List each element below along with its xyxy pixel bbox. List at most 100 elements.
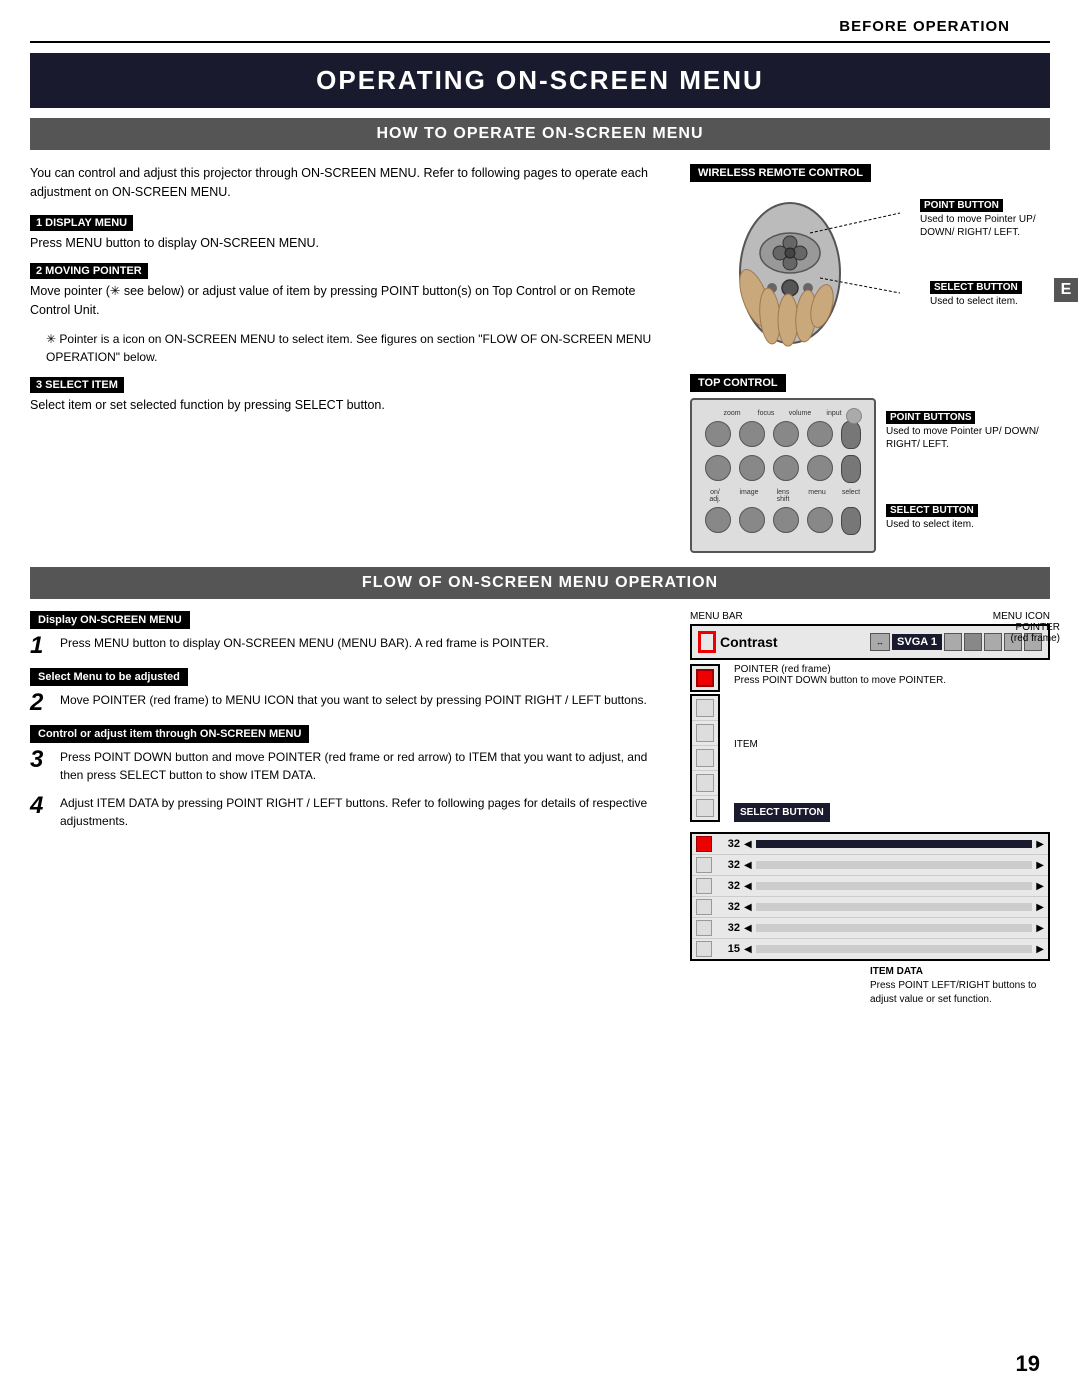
data-icon-red-1 (696, 836, 712, 852)
panel-btn-3 (773, 455, 799, 481)
menu-bar-row: Contrast ↔ SVGA 1 (690, 624, 1050, 660)
data-num-1: 32 (716, 838, 740, 850)
menu-bar-label: MENU BAR (690, 611, 743, 622)
item-data-desc: Press POINT LEFT/RIGHT buttons to adjust… (870, 979, 1050, 1007)
control-step-header: Control or adjust item through ON-SCREEN… (30, 725, 309, 743)
top-control-section: TOP CONTROL zoom focus volume input (690, 366, 1050, 553)
data-bar-6 (756, 945, 1033, 953)
step1-row: 1 Press MENU button to display ON-SCREEN… (30, 634, 670, 658)
data-arrow-5: ◀ (744, 923, 752, 934)
step4-row: 4 Adjust ITEM DATA by pressing POINT RIG… (30, 794, 670, 830)
item-icon-1 (696, 699, 714, 717)
step3-row: 3 Press POINT DOWN button and move POINT… (30, 748, 670, 784)
item-list-area: POINTER (red frame) Press POINT DOWN but… (690, 664, 1050, 822)
data-arrow-r-1: ▶ (1036, 839, 1044, 850)
note-text: ✳ Pointer is a icon on ON-SCREEN MENU to… (30, 330, 660, 366)
step4-number: 4 (30, 794, 52, 818)
menu-bar-labels: MENU BAR MENU ICON (690, 611, 1050, 622)
data-bar-5 (756, 924, 1033, 932)
point-buttons-annotation: POINT BUTTONS Used to move Pointer UP/ D… (886, 408, 1050, 451)
panel-btn-1 (705, 455, 731, 481)
panel-btn-7 (773, 507, 799, 533)
panel-btn-6 (739, 507, 765, 533)
top-control-area: zoom focus volume input (690, 398, 1050, 553)
section1-header: HOW TO OPERATE ON-SCREEN MENU (30, 118, 1050, 150)
item-data-label: ITEM DATA (870, 965, 1050, 979)
section2-left: Display ON-SCREEN MENU 1 Press MENU butt… (30, 611, 670, 1007)
data-bar-2 (756, 861, 1033, 869)
point-button-desc: Used to move Pointer UP/ DOWN/ RIGHT/ LE… (920, 213, 1050, 239)
data-arrow-6: ◀ (744, 944, 752, 955)
step1-block: 1 DISPLAY MENU Press MENU button to disp… (30, 214, 660, 253)
main-title: OPERATING ON-SCREEN MENU (30, 53, 1050, 108)
panel-indicator (846, 408, 862, 424)
data-arrow-4: ◀ (744, 902, 752, 913)
point-button-label: POINT BUTTON (920, 199, 1003, 212)
select-button-box: SELECT BUTTON (734, 803, 830, 822)
data-arrow-r-4: ▶ (1036, 902, 1044, 913)
data-icon-2 (696, 857, 712, 873)
step3-block: 3 SELECT ITEM Select item or set selecte… (30, 376, 660, 415)
pointer-press-desc: Press POINT DOWN button to move POINTER. (734, 675, 946, 686)
step3-body: Press POINT DOWN button and move POINTER… (60, 748, 670, 784)
select-button2-annotation: SELECT BUTTON Used to select item. (886, 501, 1050, 531)
pointer-item-annotation: POINTER (red frame) Press POINT DOWN but… (734, 664, 946, 686)
data-icon-3 (696, 878, 712, 894)
data-bar-3 (756, 882, 1033, 890)
data-row-3: 32 ◀ ▶ (692, 876, 1048, 897)
menu-bar-area: Contrast ↔ SVGA 1 POINTER (red frame) (690, 624, 1050, 660)
intro-text: You can control and adjust this projecto… (30, 164, 660, 202)
data-num-3: 32 (716, 880, 740, 892)
data-row-1: 32 ◀ ▶ (692, 834, 1048, 855)
panel-btn-zoom (705, 421, 731, 447)
menu-icon-1 (944, 633, 962, 651)
data-icon-5 (696, 920, 712, 936)
data-row-5: 32 ◀ ▶ (692, 918, 1048, 939)
item-label: ITEM (734, 739, 946, 750)
data-row-4: 32 ◀ ▶ (692, 897, 1048, 918)
item-label-annotation: ITEM (734, 739, 946, 750)
select-button-label: SELECT BUTTON (930, 281, 1022, 294)
item-icon-4 (696, 774, 714, 792)
panel-btn-5 (705, 507, 731, 533)
pointer-desc: (red frame) (1011, 633, 1060, 644)
pointer-red-label: POINTER (red frame) (734, 664, 946, 675)
step1-body: Press MENU button to display ON-SCREEN M… (60, 634, 670, 652)
step1-number: 1 (30, 634, 52, 658)
step2-body: Move POINTER (red frame) to MENU ICON th… (60, 691, 670, 709)
item-row-2 (692, 721, 718, 746)
data-num-6: 15 (716, 943, 740, 955)
before-operation-header: BEFORE OPERATION (30, 0, 1050, 43)
panel-oval-right2 (841, 455, 861, 483)
select-button-annotation: SELECT BUTTON Used to select item. (930, 278, 1050, 308)
step2-text: Move pointer (✳ see below) or adjust val… (30, 282, 660, 320)
panel-btn-8 (807, 507, 833, 533)
step4-body: Adjust ITEM DATA by pressing POINT RIGHT… (60, 794, 670, 830)
wireless-section: WIRELESS REMOTE CONTROL (690, 164, 1050, 358)
item-list (690, 694, 720, 822)
menu-icon-label: MENU ICON (993, 611, 1050, 622)
section1-content: You can control and adjust this projecto… (30, 150, 1050, 553)
item-data-annotation: ITEM DATA Press POINT LEFT/RIGHT buttons… (870, 965, 1050, 1007)
section2-right: MENU BAR MENU ICON Contrast ↔ SVGA 1 (690, 611, 1050, 1007)
page-number: 19 (1016, 1351, 1040, 1377)
select-button2-desc: Used to select item. (886, 518, 1050, 531)
remote-svg (710, 198, 870, 353)
pointer-annotation: POINTER (red frame) (1011, 622, 1060, 644)
section2-content: Display ON-SCREEN MENU 1 Press MENU butt… (30, 599, 1050, 1007)
data-num-4: 32 (716, 901, 740, 913)
data-arrow-r-6: ▶ (1036, 944, 1044, 955)
data-bar-4 (756, 903, 1033, 911)
data-row-2: 32 ◀ ▶ (692, 855, 1048, 876)
top-control-label: TOP CONTROL (690, 374, 786, 392)
data-arrow-r-2: ▶ (1036, 860, 1044, 871)
section1-left: You can control and adjust this projecto… (30, 164, 670, 553)
menu-icon-transfer: ↔ (870, 633, 890, 651)
section1-right: WIRELESS REMOTE CONTROL (690, 164, 1050, 553)
select-button-desc: Used to select item. (930, 295, 1050, 308)
data-icon-4 (696, 899, 712, 915)
data-arrow-3: ◀ (744, 881, 752, 892)
item-row-4 (692, 771, 718, 796)
section2-header: FLOW OF ON-SCREEN MENU OPERATION (30, 567, 1050, 599)
data-arrow-1: ◀ (744, 839, 752, 850)
